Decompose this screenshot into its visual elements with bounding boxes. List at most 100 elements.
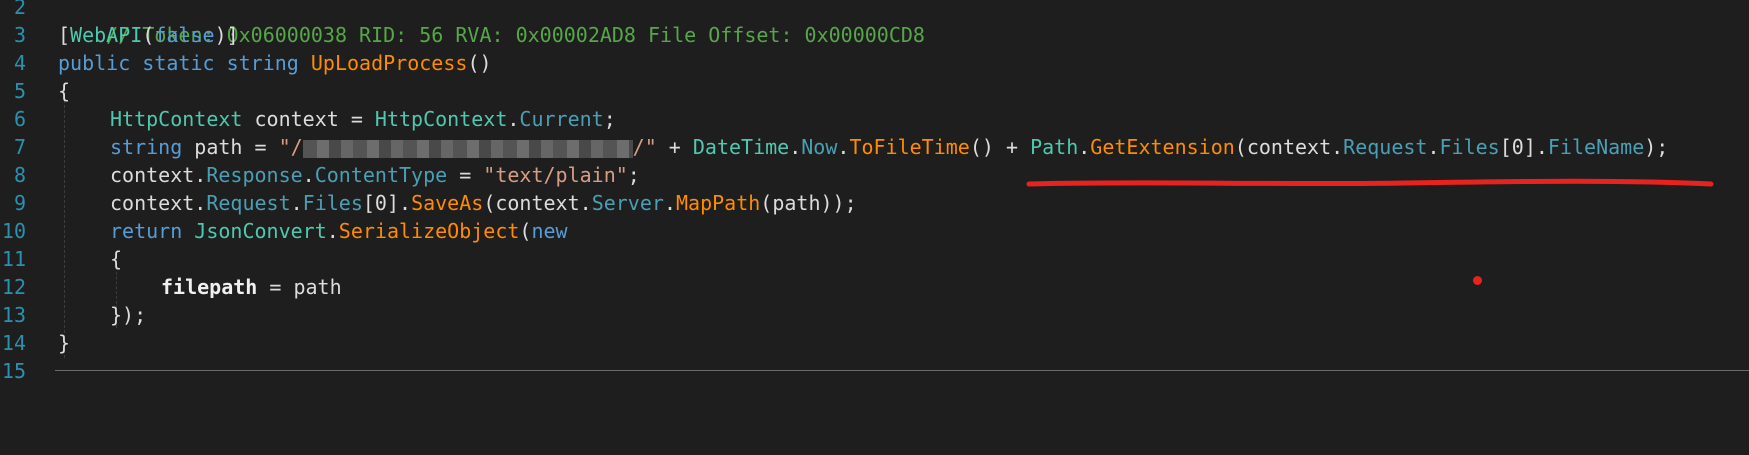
bracket: [: [58, 23, 71, 47]
member-name: Files: [1439, 135, 1500, 159]
line-number: 13: [1, 303, 26, 327]
method-name: GetExtension: [1090, 135, 1235, 159]
keyword: return: [110, 219, 183, 243]
code-line-13[interactable]: });: [110, 301, 146, 329]
code-line-14[interactable]: }: [58, 329, 70, 357]
member-name: Server: [591, 191, 664, 215]
code-line-5[interactable]: {: [58, 77, 70, 105]
type-name: HttpContext: [110, 107, 243, 131]
keyword: static: [142, 51, 215, 75]
brace: {: [58, 79, 71, 103]
keyword: false: [154, 23, 215, 47]
keyword: new: [531, 219, 568, 243]
line-number: 5: [13, 79, 26, 103]
bracket: )]: [214, 23, 239, 47]
identifier: context.: [110, 191, 207, 215]
brace: });: [110, 303, 147, 327]
method-name: SaveAs: [411, 191, 484, 215]
paren: (context.: [483, 191, 592, 215]
semicolon: ;: [603, 107, 616, 131]
paren: (context.: [1234, 135, 1344, 159]
code-line-3[interactable]: [WebAPI(false)]: [58, 21, 239, 49]
string-close: /": [632, 135, 657, 159]
semicolon: );: [1644, 135, 1669, 159]
string-open: "/: [278, 135, 303, 159]
dot: .: [302, 163, 315, 187]
type-name: HttpContext: [374, 107, 508, 131]
member-name: Files: [302, 191, 363, 215]
attribute-name: WebAPI: [70, 23, 143, 47]
paren: (: [519, 219, 532, 243]
property-name: filepath: [161, 275, 258, 299]
code-line-12[interactable]: filepath = path: [161, 273, 342, 301]
line-number: 6: [13, 107, 26, 131]
dot: .: [326, 219, 339, 243]
identifier: = path: [257, 275, 342, 299]
redacted-path: [302, 139, 633, 158]
indent-guide: [64, 100, 65, 358]
dot: .: [1078, 135, 1091, 159]
code-line-9[interactable]: context.Request.Files[0].SaveAs(context.…: [110, 189, 857, 217]
brace: }: [58, 331, 71, 355]
method-name: ToFileTime: [849, 135, 970, 159]
member-name: Request: [206, 191, 291, 215]
red-dot-annotation: [1473, 276, 1482, 285]
string-literal: "text/plain": [483, 163, 628, 187]
member-name: Current: [519, 107, 604, 131]
identifier: context.: [110, 163, 207, 187]
index: [0].: [1499, 135, 1548, 159]
dot: .: [507, 107, 520, 131]
brace: {: [110, 247, 123, 271]
line-number: 11: [1, 247, 26, 271]
paren: () +: [969, 135, 1031, 159]
type-name: Path: [1030, 135, 1079, 159]
member-name: FileName: [1547, 135, 1645, 159]
code-line-8[interactable]: context.Response.ContentType = "text/pla…: [110, 161, 640, 189]
line-number: 2: [13, 0, 26, 19]
member-name: Response: [206, 163, 303, 187]
line-number: 3: [13, 23, 26, 47]
code-line-2[interactable]: // Token: 0x06000038 RID: 56 RVA: 0x0000…: [58, 0, 925, 47]
line-number: 15: [1, 359, 26, 383]
dot: .: [789, 135, 802, 159]
code-line-10[interactable]: return JsonConvert.SerializeObject(new: [110, 217, 568, 245]
identifier: path =: [182, 135, 279, 159]
red-underline-annotation: [1026, 178, 1714, 187]
line-number: 9: [13, 191, 26, 215]
line-number: 4: [13, 51, 26, 75]
operator: +: [656, 135, 693, 159]
line-number: 12: [1, 275, 26, 299]
method-name: MapPath: [675, 191, 761, 215]
keyword: string: [110, 135, 183, 159]
type-name: DateTime: [692, 135, 790, 159]
dot: .: [663, 191, 676, 215]
keyword: public: [58, 51, 131, 75]
type-name: JsonConvert: [194, 219, 327, 243]
method-name: UpLoadProcess: [310, 51, 468, 75]
code-line-11[interactable]: {: [110, 245, 122, 273]
member-name: Request: [1343, 135, 1428, 159]
line-number: 8: [13, 163, 26, 187]
operator: =: [447, 163, 484, 187]
current-line-highlight: [55, 370, 1749, 371]
paren: (path));: [760, 191, 857, 215]
method-name: SerializeObject: [338, 219, 520, 243]
semicolon: ;: [627, 163, 640, 187]
dot: .: [290, 191, 303, 215]
dot: .: [837, 135, 850, 159]
keyword: string: [226, 51, 299, 75]
line-number-gutter: 2 3 4 5 6 7 8 9 10 11 12 13 14 15: [0, 0, 40, 455]
member-name: ContentType: [314, 163, 448, 187]
code-line-4[interactable]: public static string UpLoadProcess(): [58, 49, 492, 77]
code-line-6[interactable]: HttpContext context = HttpContext.Curren…: [110, 105, 616, 133]
line-number: 7: [13, 135, 26, 159]
paren: (): [467, 51, 492, 75]
index: [0].: [362, 191, 412, 215]
dot: .: [1427, 135, 1440, 159]
code-line-7[interactable]: string path = "//" + DateTime.Now.ToFile…: [110, 133, 1668, 161]
line-number: 10: [1, 219, 26, 243]
code-editor[interactable]: 2 3 4 5 6 7 8 9 10 11 12 13 14 15 // Tok…: [0, 0, 1749, 455]
member-name: Now: [801, 135, 838, 159]
identifier: context =: [242, 107, 375, 131]
line-number: 14: [1, 331, 26, 355]
